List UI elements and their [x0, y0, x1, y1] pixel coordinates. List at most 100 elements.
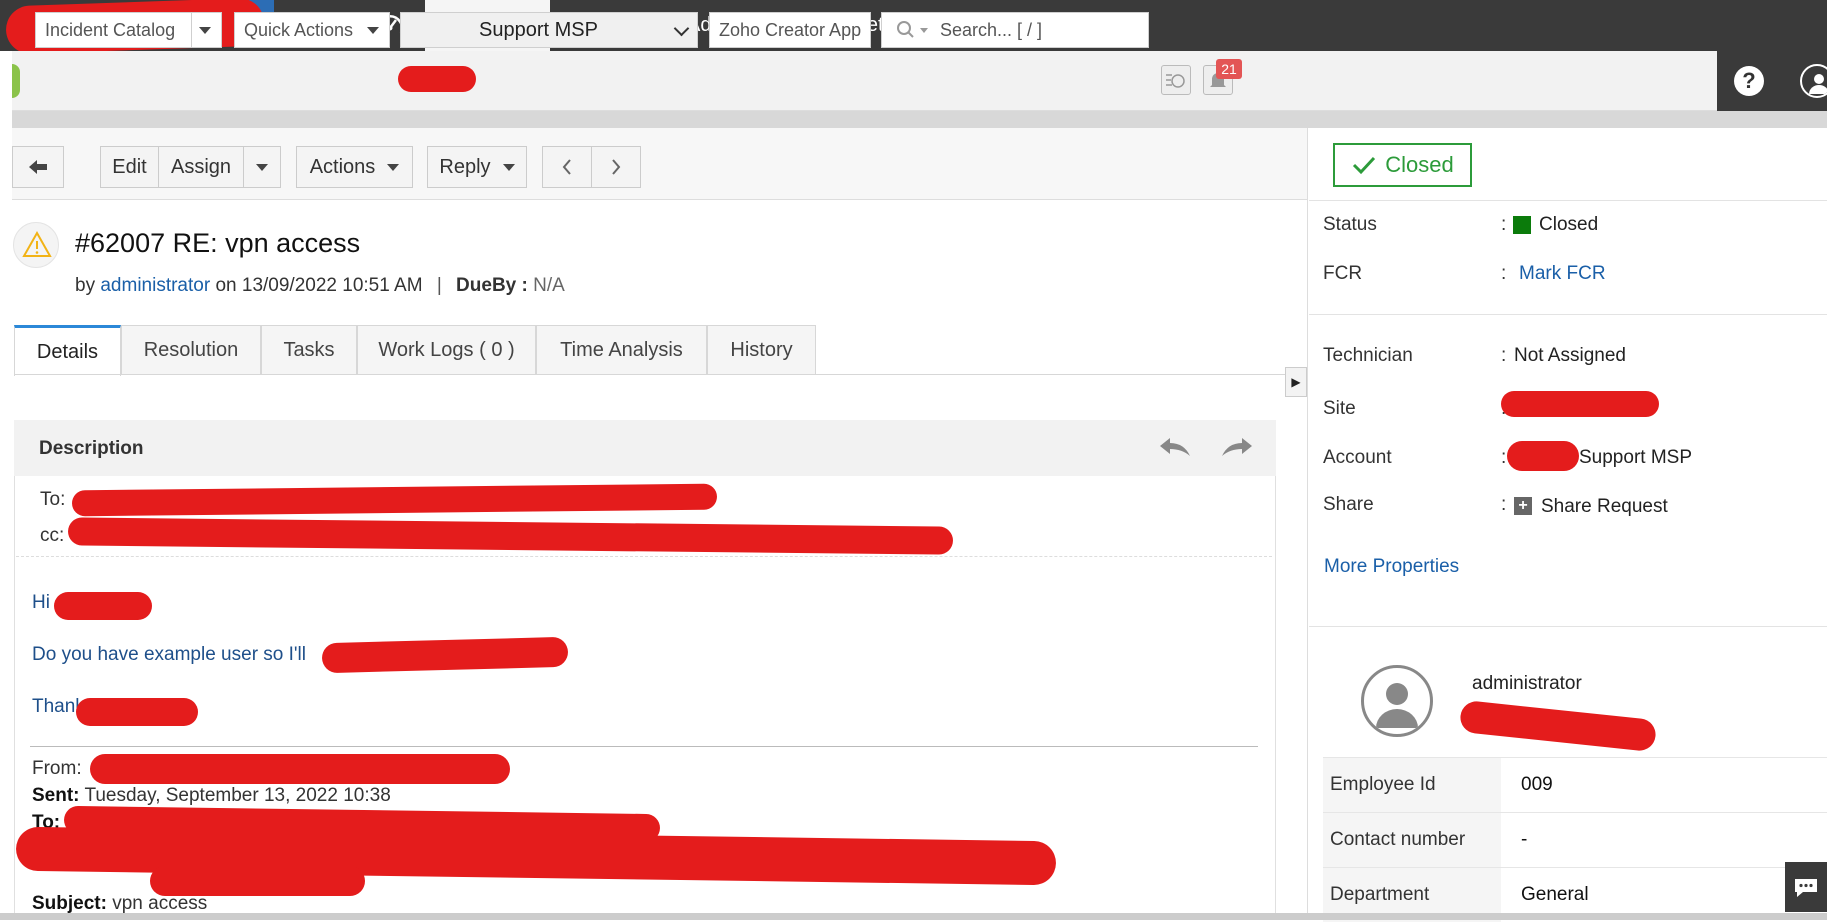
description-title: Description [39, 438, 144, 459]
employee-id-value: 009 [1521, 774, 1553, 795]
user-profile-icon[interactable] [1800, 64, 1827, 98]
requester-field-row: Employee Id 009 [1323, 757, 1827, 812]
contact-number-value: - [1521, 829, 1528, 850]
description-header [14, 420, 1276, 476]
requester-field-row: Contact number - [1323, 812, 1827, 867]
redaction [1507, 441, 1579, 471]
email-greeting: Hi [32, 592, 50, 613]
chevron-down-icon [387, 163, 400, 171]
request-closed-badge: Closed [1333, 143, 1472, 187]
tab-time-analysis[interactable]: Time Analysis [536, 325, 707, 375]
redaction [90, 754, 510, 784]
redaction [1501, 391, 1659, 417]
fcr-label: FCR [1323, 263, 1363, 284]
assign-button[interactable]: Assign [158, 146, 244, 188]
tab-tasks[interactable]: Tasks [261, 325, 357, 375]
time-tracker-icon[interactable] [1161, 65, 1191, 95]
incident-catalog-label: Incident Catalog [45, 19, 176, 40]
quoted-sent-value: Tuesday, September 13, 2022 10:38 [84, 785, 391, 806]
zoho-creator-app-button[interactable]: Zoho Creator App [709, 12, 871, 48]
panel-divider [1309, 200, 1827, 201]
email-body-line: Do you have example user so I'll [32, 644, 306, 665]
tab-resolution[interactable]: Resolution [121, 325, 261, 375]
share-request-link[interactable]: Share Request [1541, 496, 1668, 518]
search-scope-caret[interactable] [920, 27, 928, 33]
chevron-down-icon [367, 27, 379, 34]
email-header-divider [16, 556, 1272, 557]
email-cc-label: cc: [40, 525, 65, 546]
next-request-button[interactable] [591, 146, 641, 188]
contact-number-label: Contact number [1323, 813, 1501, 867]
quoted-sent-line: Sent: Tuesday, September 13, 2022 10:38 [32, 785, 391, 807]
plus-icon[interactable]: + [1514, 497, 1532, 515]
edit-button[interactable]: Edit [100, 146, 159, 188]
quoted-subject-value: vpn access [112, 893, 208, 914]
redaction [1458, 699, 1658, 753]
redaction [54, 592, 152, 620]
priority-indicator [13, 222, 59, 268]
employee-id-label: Employee Id [1323, 758, 1501, 812]
actions-dropdown[interactable]: Actions [296, 146, 413, 188]
requester-avatar [1361, 665, 1433, 737]
reply-label: Reply [439, 155, 491, 178]
status-value: Closed [1539, 214, 1599, 235]
tab-history[interactable]: History [707, 325, 816, 375]
bottom-scrollbar[interactable] [0, 913, 1827, 920]
back-button[interactable] [12, 146, 64, 188]
reply-dropdown[interactable]: Reply [427, 146, 527, 188]
share-label: Share [1323, 494, 1374, 515]
meta-separator: | [436, 275, 442, 296]
request-meta: by administrator on 13/09/2022 10:51 AM … [75, 275, 565, 297]
forward-arrow-icon[interactable] [1220, 436, 1254, 465]
chevron-left-icon [562, 159, 571, 175]
zoho-creator-app-label: Zoho Creator App [719, 19, 862, 40]
tab-details[interactable]: Details [14, 325, 121, 376]
dueby-value: N/A [533, 275, 565, 296]
account-select[interactable]: Support MSP [400, 12, 698, 48]
requester-name: administrator [1472, 673, 1582, 694]
assign-dropdown-button[interactable] [243, 146, 281, 188]
mark-fcr-link[interactable]: Mark FCR [1519, 263, 1606, 285]
fcr-colon: : [1501, 263, 1507, 284]
check-icon [1353, 156, 1376, 175]
tab-work-logs[interactable]: Work Logs ( 0 ) [357, 325, 536, 375]
help-icon[interactable]: ? [1734, 66, 1764, 96]
dueby-label: DueBy : [456, 275, 528, 296]
app-icon[interactable] [12, 64, 20, 98]
panel-divider [1309, 314, 1827, 315]
chevron-down-icon [502, 163, 515, 171]
reply-arrow-icon[interactable] [1158, 436, 1192, 465]
redaction [398, 66, 476, 92]
chevron-down-icon [256, 163, 268, 171]
previous-request-button[interactable] [542, 146, 592, 188]
redaction [76, 698, 198, 726]
account-colon: : [1501, 447, 1507, 468]
chat-button[interactable] [1785, 862, 1827, 912]
collapse-panel-button[interactable]: ▶ [1285, 367, 1307, 397]
actions-label: Actions [309, 155, 376, 178]
search-placeholder: Search... [ / ] [940, 19, 1043, 40]
quoted-email-divider [30, 746, 1258, 747]
warning-icon [22, 230, 52, 257]
quoted-sent-label: Sent: [32, 785, 80, 806]
secondary-toolbar [12, 51, 1827, 111]
search-input[interactable]: Search... [ / ] [881, 12, 1149, 48]
notification-count-badge: 21 [1216, 59, 1242, 79]
request-title: #62007 RE: vpn access [75, 228, 361, 258]
quick-actions-dropdown[interactable]: Quick Actions [234, 12, 390, 48]
quoted-subject-line: Subject: vpn access [32, 893, 207, 915]
site-label: Site [1323, 398, 1356, 419]
divider-strip [12, 111, 1827, 128]
technician-value[interactable]: Not Assigned [1514, 345, 1626, 367]
chevron-right-icon [612, 159, 621, 175]
status-colon: : [1501, 214, 1507, 235]
more-properties-link[interactable]: More Properties [1324, 556, 1459, 578]
redaction [150, 866, 365, 896]
author-link[interactable]: administrator [100, 275, 210, 296]
quoted-from-label: From: [32, 758, 82, 779]
chevron-down-icon [673, 20, 690, 37]
panel-divider [1309, 626, 1827, 627]
incident-catalog-dropdown[interactable]: Incident Catalog [35, 12, 222, 48]
status-label: Status [1323, 214, 1377, 235]
account-select-value: Support MSP [479, 18, 598, 41]
